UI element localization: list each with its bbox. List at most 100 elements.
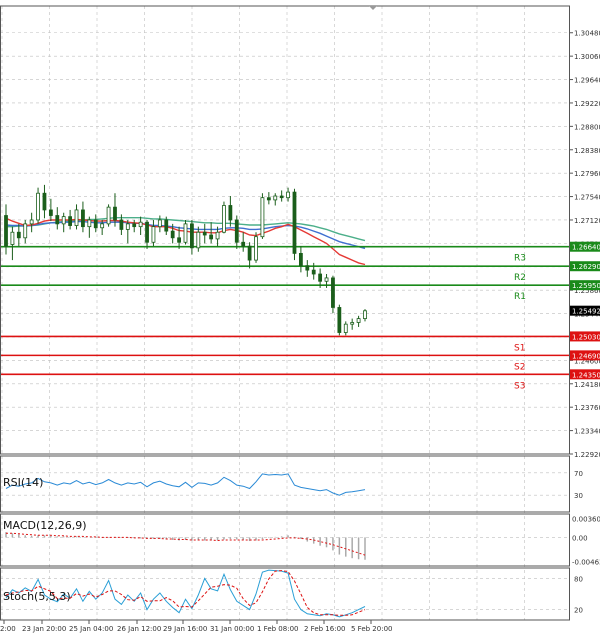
candle-body [164,219,169,232]
candle-body [209,234,214,240]
x-tick-label: 2 Feb 16:00 [304,625,345,633]
current-price-label: 1.25492 [572,308,600,316]
candle-body [138,221,143,228]
candle-body [318,273,323,282]
panel-frame-main [0,5,570,455]
candle-body [113,206,117,221]
macd-signal-line [6,532,366,556]
candle-body [292,191,297,254]
candle-body [183,223,188,243]
candle-body [254,236,258,261]
x-tick-label: 31 Jan 00:00 [210,625,254,633]
x-tick-label: 25 Jan 04:00 [69,625,113,633]
candle-body [125,223,130,230]
panel-frame-rsi [0,455,570,513]
candle-body [100,223,105,229]
axes-layer: 1.30480 1.30060 1.29640 1.29220 1.28800 1.283… [0,5,600,633]
candle-body [331,277,335,308]
candle-body [10,231,15,245]
x-tick-label: 26 Jan 12:00 [117,625,161,633]
candle-body [151,226,156,243]
y-tick-label: 1.29220 [574,100,600,108]
rsi-tick-label: 70 [574,470,583,478]
candle-body [247,245,252,261]
candle-body [81,209,85,228]
candle-body [279,195,284,199]
y-tick-label: 1.28800 [574,123,600,131]
candle-body [324,277,329,282]
rsi-tick-label: 30 [574,492,583,500]
level-price-label: 1.25030 [572,333,600,341]
candle-body [87,219,92,228]
rsi-panel: RSI(14) [3,473,366,496]
x-tick-label: 5 Feb 20:00 [351,625,392,633]
x-tick-label: 1 Feb 08:00 [257,625,298,633]
candle-body [16,231,21,239]
candle-body [363,310,367,319]
candle-body [260,197,265,238]
candle-body [157,219,162,228]
y-tick-label: 1.28380 [574,147,600,155]
macd-tick-label: 0.00 [572,534,588,542]
level-price-label: 1.24690 [572,352,600,360]
stoch-tick-label: 80 [574,575,583,583]
candle-body [215,231,220,240]
candle-body [234,219,239,243]
candle-body [170,230,175,239]
y-tick-label: 1.29640 [574,77,600,85]
candle-body [350,322,355,325]
candle-body [286,191,290,199]
level-label-s3: S3 [514,381,525,391]
candle-body [42,192,47,211]
level-label-r2: R2 [514,273,526,283]
candle-body [93,219,98,229]
y-tick-label: 1.27120 [574,217,600,225]
candle-body [266,197,271,201]
y-tick-label: 1.22920 [574,451,600,459]
macd-panel: MACD(12,26,9) [3,519,366,560]
candle-body [222,205,226,233]
level-price-label: 1.24350 [572,371,600,379]
level-label-r3: R3 [514,254,526,264]
candle-body [36,192,40,221]
panel-frame-stoch [0,567,570,621]
macd-tick-label: -0.004637 [572,559,600,567]
candle-body [305,265,310,271]
y-tick-label: 1.24180 [574,381,600,389]
rsi-line [5,473,366,496]
rsi-label: RSI(14) [3,476,43,489]
candle-body [343,323,348,333]
candle-body [4,215,8,247]
y-tick-label: 1.30480 [574,30,600,38]
candle-body [119,219,124,230]
candle-body [74,209,79,226]
candle-body [23,223,28,239]
level-price-label: 1.26640 [572,244,600,252]
x-tick-label: 2:00 [0,625,16,633]
candle-body [61,216,66,225]
candle-body [202,231,207,236]
stoch-tick-label: 20 [574,607,583,615]
x-tick-label: 23 Jan 20:00 [22,625,66,633]
candle-body [132,223,137,228]
candle-body [298,253,303,267]
candle-body [228,205,233,221]
chart-canvas[interactable]: R3 R2 R1 S1 S2 S3 RSI(14) MACD(12,26,9) Stoch… [0,0,600,635]
x-tick-label: 29 Jan 16:00 [163,625,207,633]
y-tick-label: 1.23340 [574,428,600,436]
candle-body [177,237,181,243]
level-price-label: 1.26290 [572,263,600,271]
macd-label: MACD(12,26,9) [3,519,87,532]
candle-body [311,269,316,275]
y-tick-label: 1.30060 [574,53,600,61]
candle-body [337,307,342,333]
candle-body [106,206,111,225]
y-tick-label: 1.23760 [574,404,600,412]
candle-body [68,216,73,226]
shift-marker [369,6,377,10]
candle-body [356,318,361,323]
candle-body [145,221,149,243]
level-label-s2: S2 [514,362,525,372]
y-tick-label: 1.27540 [574,194,600,202]
candle-body [55,215,60,225]
